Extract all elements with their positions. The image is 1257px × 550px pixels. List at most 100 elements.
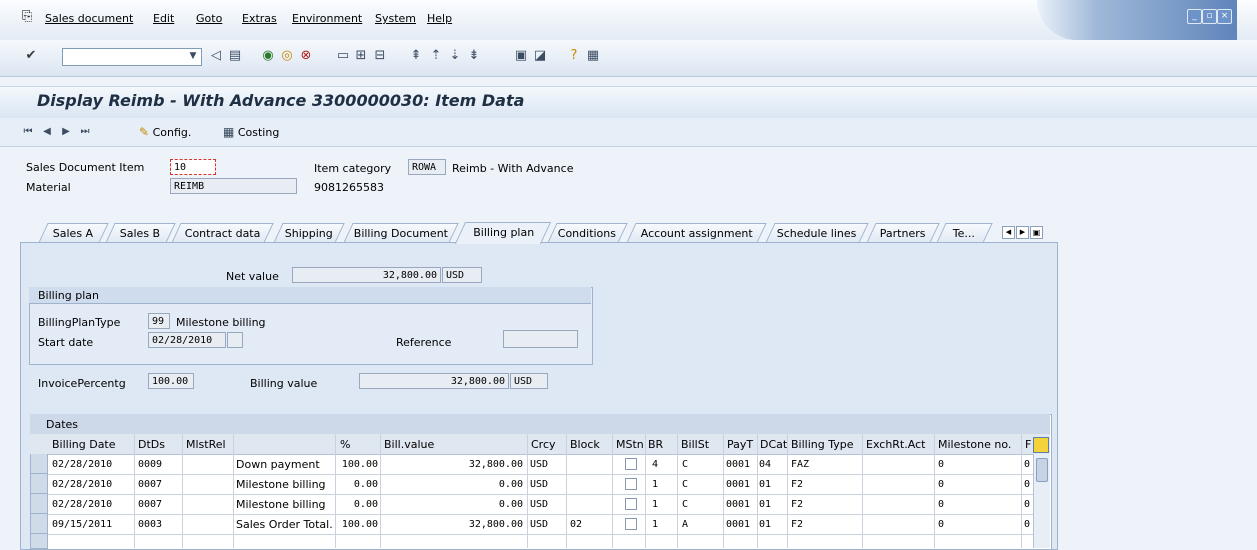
cell-description[interactable]: Milestone billing — [236, 478, 334, 491]
cell-percent[interactable]: 100.00 — [338, 459, 378, 470]
chevron-down-icon[interactable]: ▼ — [185, 48, 201, 64]
tab-conditions[interactable]: Conditions — [547, 223, 628, 243]
cell-bill-value[interactable]: 0.00 — [383, 479, 523, 490]
cell-f[interactable]: 0 — [1024, 499, 1030, 510]
table-row[interactable]: 02/28/2010 0007 Milestone billing 0.00 0… — [48, 494, 1033, 515]
billing-value-currency[interactable]: USD — [510, 373, 548, 389]
save-icon[interactable]: ▤ — [227, 48, 243, 64]
cell-payt[interactable]: 0001 — [726, 459, 750, 470]
menu-sales-document[interactable]: Sales document — [45, 12, 133, 25]
find-next-icon[interactable]: ⊟ — [372, 48, 388, 64]
tab-scroll-left-icon[interactable]: ◀ — [1002, 226, 1015, 239]
col-mstn[interactable]: MStn — [616, 438, 644, 451]
cell-billing-type[interactable]: F2 — [791, 519, 803, 530]
cell-mstn-checkbox[interactable] — [625, 518, 637, 530]
tab-schedule-lines[interactable]: Schedule lines — [765, 223, 869, 243]
next-page-icon[interactable]: ⇣ — [447, 48, 463, 64]
row-selector[interactable] — [31, 454, 48, 474]
table-settings-icon[interactable] — [1033, 437, 1049, 453]
menu-extras[interactable]: Extras — [242, 12, 277, 25]
billing-value-field[interactable]: 32,800.00 — [359, 373, 509, 389]
cell-description[interactable]: Sales Order Total... — [236, 518, 334, 531]
cell-percent[interactable]: 0.00 — [338, 499, 378, 510]
menu-environment[interactable]: Environment — [292, 12, 362, 25]
cell-mstn-checkbox[interactable] — [625, 458, 637, 470]
cell-percent[interactable]: 100.00 — [338, 519, 378, 530]
cell-br[interactable]: 4 — [652, 459, 658, 470]
invoice-percentage-field[interactable]: 100.00 — [148, 373, 194, 389]
item-category-field[interactable]: ROWA — [408, 159, 446, 175]
row-selector[interactable] — [31, 474, 48, 494]
tab-shipping[interactable]: Shipping — [273, 223, 345, 243]
col-exchrt-act[interactable]: ExchRt.Act — [866, 438, 925, 451]
col-dtds[interactable]: DtDs — [138, 438, 165, 451]
cell-milestone-no[interactable]: 0 — [938, 519, 944, 530]
col-currency[interactable]: Crcy — [531, 438, 556, 451]
cell-milestone-no[interactable]: 0 — [938, 499, 944, 510]
layout-menu-icon[interactable]: ▦ — [585, 48, 601, 64]
cell-milestone-no[interactable]: 0 — [938, 459, 944, 470]
tab-billing-document[interactable]: Billing Document — [343, 223, 459, 243]
col-billing-type[interactable]: Billing Type — [791, 438, 854, 451]
last-item-icon[interactable]: ⏭ — [77, 124, 93, 140]
costing-button[interactable]: ▦ Costing — [223, 125, 279, 139]
start-date-rule-field[interactable] — [227, 332, 243, 348]
cell-bill-value[interactable]: 32,800.00 — [383, 519, 523, 530]
menu-goto[interactable]: Goto — [196, 12, 222, 25]
cell-currency[interactable]: USD — [530, 459, 548, 470]
reference-field[interactable] — [503, 330, 578, 348]
cell-billst[interactable]: C — [682, 499, 688, 510]
cell-dtds[interactable]: 0007 — [138, 499, 162, 510]
cell-billst[interactable]: A — [682, 519, 688, 530]
cell-billing-type[interactable]: FAZ — [791, 459, 809, 470]
col-payt[interactable]: PayT — [727, 438, 753, 451]
tab-sales-a[interactable]: Sales A — [38, 223, 109, 243]
config-button[interactable]: ✎ Config. — [139, 125, 191, 139]
cell-percent[interactable]: 0.00 — [338, 479, 378, 490]
tab-contract-data[interactable]: Contract data — [171, 223, 274, 243]
menu-help[interactable]: Help — [427, 12, 452, 25]
item-field[interactable]: 10 — [170, 159, 216, 175]
find-icon[interactable]: ⊞ — [353, 48, 369, 64]
menu-system[interactable]: System — [375, 12, 416, 25]
tab-scroll-right-icon[interactable]: ▶ — [1016, 226, 1029, 239]
cell-br[interactable]: 1 — [652, 519, 658, 530]
enter-check-icon[interactable]: ✔ — [23, 48, 39, 64]
cell-f[interactable]: 0 — [1024, 459, 1030, 470]
col-dcat[interactable]: DCat — [760, 438, 787, 451]
back-arrow-icon[interactable]: ◁ — [208, 48, 224, 64]
cell-dtds[interactable]: 0009 — [138, 459, 162, 470]
col-milestone-no[interactable]: Milestone no. — [938, 438, 1011, 451]
cell-bill-value[interactable]: 0.00 — [383, 499, 523, 510]
close-icon[interactable]: × — [1217, 9, 1232, 24]
table-row[interactable]: 02/28/2010 0009 Down payment 100.00 32,8… — [48, 454, 1033, 475]
tab-sales-b[interactable]: Sales B — [105, 223, 176, 243]
cell-dcat[interactable]: 01 — [759, 479, 771, 490]
cell-dcat[interactable]: 01 — [759, 519, 771, 530]
col-block[interactable]: Block — [570, 438, 600, 451]
cell-mstn-checkbox[interactable] — [625, 498, 637, 510]
cell-description[interactable]: Milestone billing — [236, 498, 334, 511]
create-session-icon[interactable]: ▣ — [513, 48, 529, 64]
first-item-icon[interactable]: ⏮ — [20, 124, 36, 140]
cell-billing-type[interactable]: F2 — [791, 499, 803, 510]
next-item-icon[interactable]: ▶ — [58, 124, 74, 140]
menu-icon[interactable]: ⎘ — [22, 9, 32, 24]
cell-billing-date[interactable]: 09/15/2011 — [52, 519, 112, 530]
first-page-icon[interactable]: ⇞ — [408, 48, 424, 64]
col-br[interactable]: BR — [648, 438, 663, 451]
row-selector[interactable] — [31, 494, 48, 514]
cell-billing-date[interactable]: 02/28/2010 — [52, 459, 112, 470]
cell-milestone-no[interactable]: 0 — [938, 479, 944, 490]
tab-partners[interactable]: Partners — [866, 223, 940, 243]
tab-list-icon[interactable]: ▣ — [1030, 226, 1043, 239]
previous-page-icon[interactable]: ⇡ — [428, 48, 444, 64]
shortcut-icon[interactable]: ◪ — [532, 48, 548, 64]
cell-dcat[interactable]: 01 — [759, 499, 771, 510]
cell-f[interactable]: 0 — [1024, 479, 1030, 490]
row-selector[interactable] — [31, 514, 48, 534]
cell-description[interactable]: Down payment — [236, 458, 334, 471]
col-bill-value[interactable]: Bill.value — [384, 438, 434, 451]
cell-currency[interactable]: USD — [530, 499, 548, 510]
cell-mstn-checkbox[interactable] — [625, 478, 637, 490]
